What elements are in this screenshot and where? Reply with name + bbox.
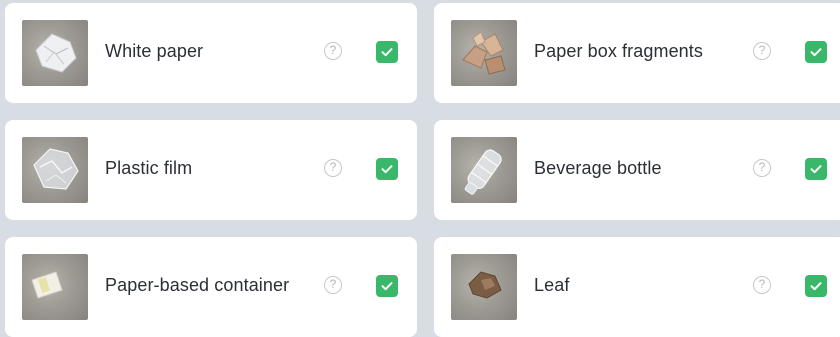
item-card-leaf[interactable]: Leaf ? (434, 237, 840, 337)
item-card-white-paper[interactable]: White paper ? (5, 3, 417, 103)
item-label: White paper (105, 41, 204, 61)
help-icon[interactable]: ? (753, 159, 771, 177)
checkbox-checked[interactable] (805, 158, 827, 180)
checkmark-icon (381, 165, 393, 174)
item-card-paper-box-fragments[interactable]: Paper box fragments ? (434, 3, 840, 103)
help-icon[interactable]: ? (753, 276, 771, 294)
checkmark-icon (381, 48, 393, 57)
checkmark-icon (381, 282, 393, 291)
checkbox-checked[interactable] (805, 275, 827, 297)
checkbox-checked[interactable] (376, 158, 398, 180)
help-icon[interactable]: ? (324, 42, 342, 60)
item-label: Leaf (534, 275, 570, 295)
item-label: Paper-based container (105, 275, 290, 295)
item-label: Beverage bottle (534, 158, 662, 178)
help-icon[interactable]: ? (324, 276, 342, 294)
checkbox-checked[interactable] (805, 41, 827, 63)
checkbox-checked[interactable] (376, 41, 398, 63)
plastic-film-thumbnail (22, 137, 88, 203)
item-card-beverage-bottle[interactable]: Beverage bottle ? (434, 120, 840, 220)
beverage-bottle-thumbnail (451, 137, 517, 203)
checkmark-icon (810, 165, 822, 174)
item-label: Paper box fragments (534, 41, 703, 61)
item-card-plastic-film[interactable]: Plastic film ? (5, 120, 417, 220)
white-paper-thumbnail (22, 20, 88, 86)
help-icon[interactable]: ? (753, 42, 771, 60)
item-card-paper-based-container[interactable]: Paper-based container ? (5, 237, 417, 337)
help-icon[interactable]: ? (324, 159, 342, 177)
paper-box-thumbnail (451, 20, 517, 86)
checkmark-icon (810, 282, 822, 291)
leaf-thumbnail (451, 254, 517, 320)
checkmark-icon (810, 48, 822, 57)
paper-container-thumbnail (22, 254, 88, 320)
checkbox-checked[interactable] (376, 275, 398, 297)
item-label: Plastic film (105, 158, 193, 178)
